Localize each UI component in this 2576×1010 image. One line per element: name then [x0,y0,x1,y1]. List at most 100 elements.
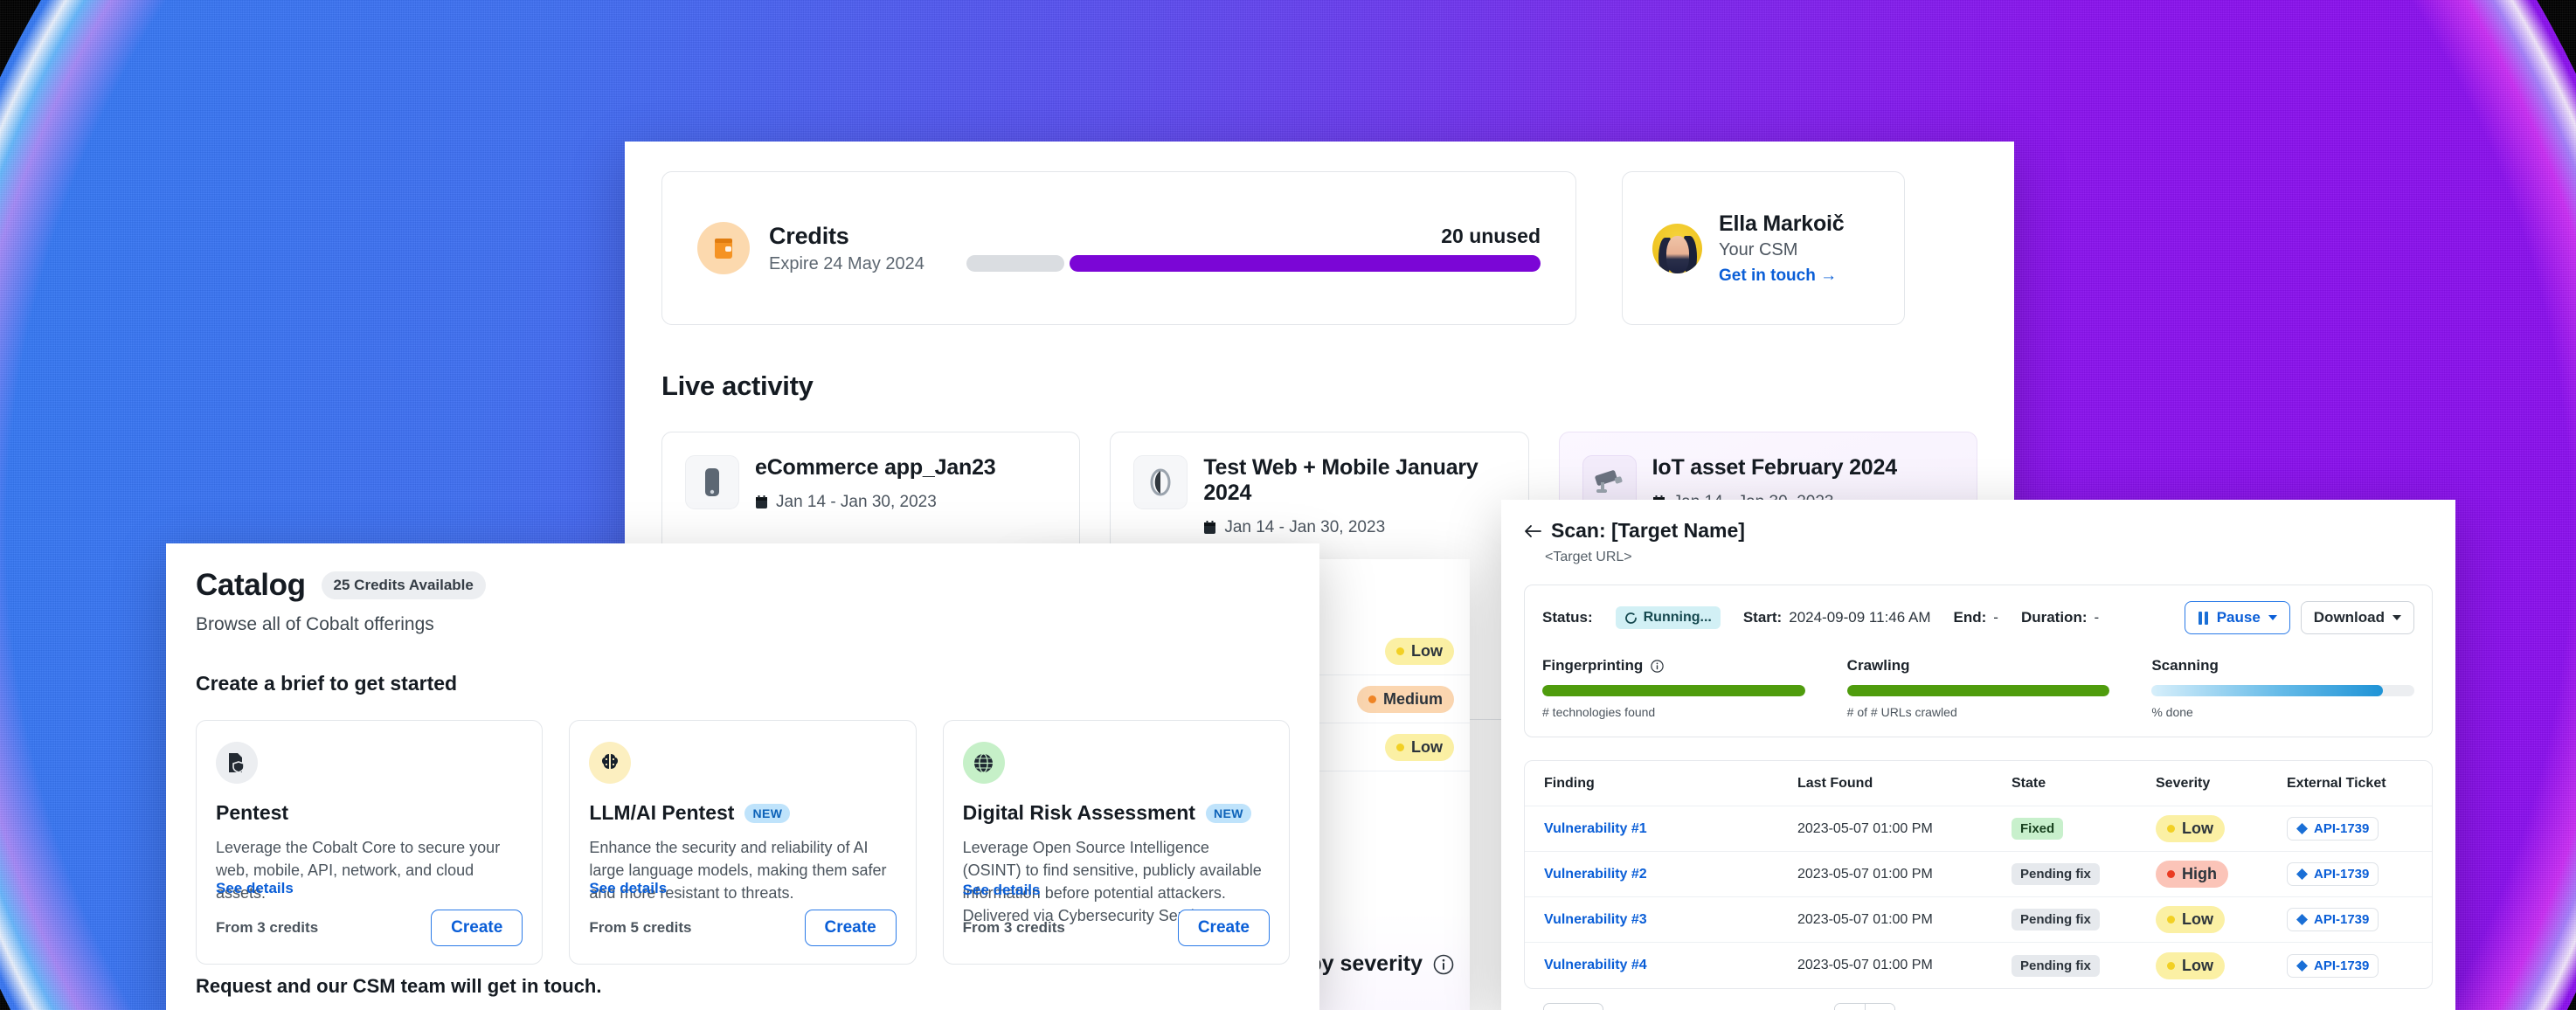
table-row[interactable]: Vulnerability #4 2023-05-07 01:00 PM Pen… [1525,943,2432,988]
calendar-icon [755,495,768,509]
progress-track [1846,685,2110,696]
document-shield-icon [216,742,258,784]
create-button[interactable]: Create [431,910,523,946]
progress-label: Crawling [1846,657,1910,674]
scan-status-card: Status: Running... Start: 2024-09-09 11:… [1524,585,2433,737]
ticket-id: API-1739 [2314,958,2370,973]
info-icon[interactable] [1651,659,1664,673]
status-badge-text: Running... [1643,610,1712,625]
new-badge: NEW [1205,803,1251,823]
new-badge: NEW [744,803,791,823]
credits-bar-remaining [1069,255,1541,272]
finding-link[interactable]: Vulnerability #1 [1544,821,1647,836]
progress-label: Scanning [2151,657,2219,674]
page-title: Catalog [196,568,306,602]
next-page-button[interactable]: › [1864,1004,1894,1010]
credits-title: Credits [769,222,849,249]
severity-label: High [2182,865,2217,882]
progress-caption: # of # URLs crawled [1846,705,1957,719]
activity-title: eCommerce app_Jan23 [755,455,996,480]
state-badge: Pending fix [2012,863,2100,885]
screenshot-stage: Credits Expire 24 May 2024 20 unused Ell… [0,0,2576,1010]
finding-link[interactable]: Vulnerability #4 [1544,958,1647,972]
status-label: Status: [1542,609,1593,626]
last-found-value: 2023-05-07 01:00 PM [1797,866,1933,882]
activity-date: Jan 14 - Jan 30, 2023 [755,493,996,512]
credits-expire: Expire 24 May 2024 [769,253,924,273]
severity-label: Low [2182,956,2213,974]
last-found-value: 2023-05-07 01:00 PM [1797,820,1933,836]
credits-available-badge: 25 Credits Available [321,571,486,599]
pause-icon [2198,611,2209,625]
calendar-icon [1203,521,1216,535]
activity-date-text: Jan 14 - Jan 30, 2023 [776,493,937,511]
severity-label: Low [2182,910,2213,928]
progress-fill [1542,685,1805,696]
severity-label: Medium [1382,689,1443,708]
offer-title: Digital Risk Assessment NEW [963,801,1270,825]
column-header-finding: Finding [1544,775,1595,791]
column-header-severity: Severity [2156,775,2211,791]
get-in-touch-link[interactable]: Get in touch → [1719,266,1845,286]
status-badge: Low [1385,637,1454,665]
column-header-external-ticket: External Ticket [2287,775,2386,791]
jira-diamond-icon [2296,868,2308,880]
pause-button[interactable]: Pause [2184,601,2290,634]
jira-diamond-icon [2296,823,2308,834]
activity-date-text: Jan 14 - Jan 30, 2023 [1224,518,1386,536]
csm-card: Ella Markoič Your CSM Get in touch → [1622,171,1905,325]
external-ticket-link[interactable]: API-1739 [2287,817,2379,841]
progress-label: Fingerprinting [1542,657,1644,674]
progress-crawling: Crawling # of # URLs crawled [1846,657,2110,719]
chevron-down-icon [2268,615,2277,620]
severity-dot-icon [2167,961,2175,970]
finding-link[interactable]: Vulnerability #3 [1544,912,1647,927]
offer-card-digital-risk-assessment[interactable]: Digital Risk Assessment NEW Leverage Ope… [942,720,1290,965]
external-ticket-link[interactable]: API-1739 [2287,862,2379,886]
see-details-link[interactable]: See details [963,882,1041,899]
csm-role: Your CSM [1719,239,1798,259]
external-ticket-link[interactable]: API-1739 [2287,908,2379,931]
finding-link[interactable]: Vulnerability #2 [1544,867,1647,882]
prev-page-button[interactable]: ‹ [1834,1004,1865,1010]
table-row[interactable]: Vulnerability #2 2023-05-07 01:00 PM Pen… [1525,852,2432,897]
start-value: 2024-09-09 11:46 AM [1789,609,1931,626]
offer-credits: From 5 credits [589,919,692,936]
spinner-icon [1624,612,1638,625]
info-icon[interactable] [1433,954,1454,975]
create-button[interactable]: Create [1177,910,1270,946]
page-size-select[interactable]: 50 [1543,1003,1603,1010]
create-button[interactable]: Create [804,910,897,946]
severity-dot-icon [1396,743,1404,751]
offer-title: Pentest [216,801,523,825]
avatar [1652,223,1702,273]
severity-dot-icon [1396,647,1404,655]
offer-title: LLM/AI Pentest NEW [589,801,896,825]
severity-label: Low [2182,820,2213,837]
progress-fill [2151,685,2383,696]
activity-title: IoT asset February 2024 [1652,455,1897,480]
activity-title: Test Web + Mobile January 2024 [1203,455,1478,505]
chevron-down-icon [2392,615,2401,620]
see-details-link[interactable]: See details [589,880,667,897]
offer-card-pentest[interactable]: Pentest Leverage the Cobalt Core to secu… [196,720,544,965]
state-badge: Fixed [2012,818,2064,840]
offer-card-llm-ai-pentest[interactable]: LLM/AI Pentest NEW Enhance the security … [569,720,917,965]
catalog-footer-note: Request and our CSM team will get in tou… [196,975,602,997]
severity-label: Low [1411,641,1443,660]
table-row[interactable]: Vulnerability #1 2023-05-07 01:00 PM Fix… [1525,806,2432,852]
table-pagination: 50 items per page 1 of 1 pages ‹ › [1524,989,2433,1010]
brain-ai-icon [589,742,632,784]
state-badge: Pending fix [2012,954,2100,977]
table-row[interactable]: Vulnerability #3 2023-05-07 01:00 PM Pen… [1525,897,2432,943]
severity-badge: Low [2156,906,2225,933]
live-activity-title: Live activity [661,370,814,401]
severity-label: Low [1411,737,1443,756]
external-ticket-link[interactable]: API-1739 [2287,953,2379,978]
back-arrow-icon[interactable] [1524,524,1541,538]
progress-fill [1846,685,2110,696]
download-button[interactable]: Download [2300,601,2414,634]
start-label: Start: [1742,609,1783,626]
see-details-link[interactable]: See details [216,880,294,897]
credits-wallet-icon [697,222,750,274]
